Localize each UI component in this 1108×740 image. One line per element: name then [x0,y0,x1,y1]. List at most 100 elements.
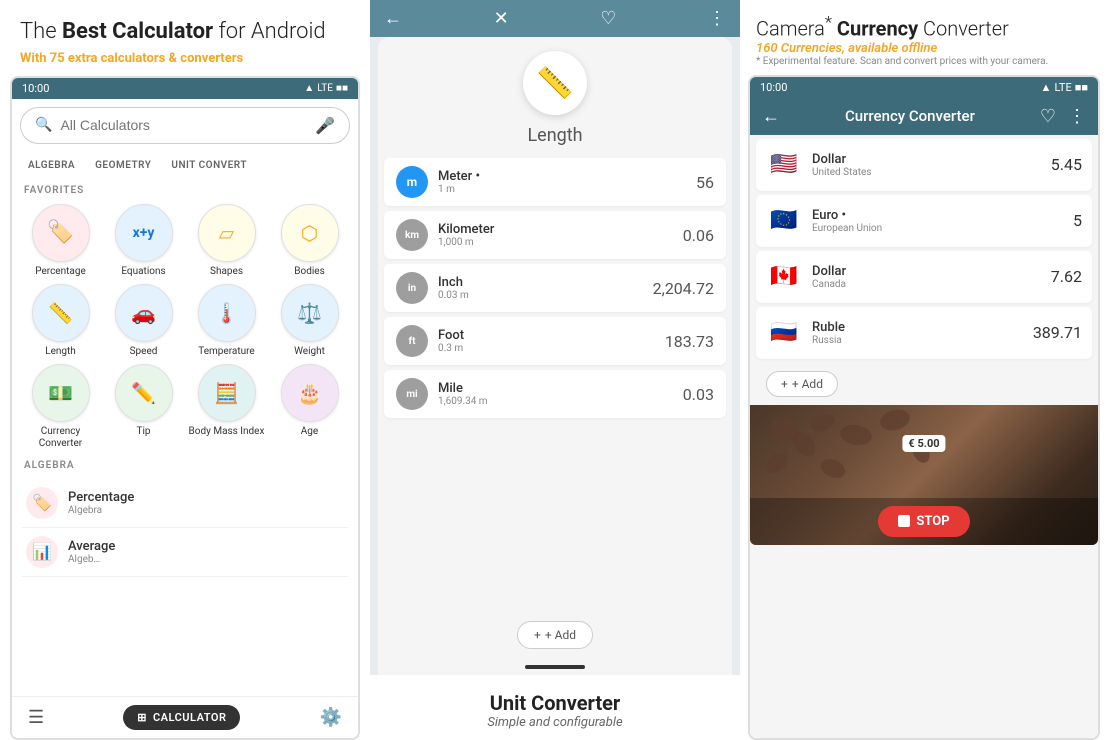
currency-row-rub[interactable]: 🇷🇺 Ruble Russia 389.71 [756,307,1092,359]
currency-row-usd[interactable]: 🇺🇸 Dollar United States 5.45 [756,139,1092,191]
bean-2 [808,411,837,435]
phone-screen-3: 10:00 ▲ LTE ■■ ← Currency Converter ♡ ⋮ … [748,75,1100,740]
flag-cad: 🇨🇦 [766,259,802,295]
section-algebra: ALGEBRA [12,454,358,475]
phone-screen-1: 10:00 ▲ LTE ■■ 🔍 🎤 ALGEBRA GEOMETRY UNIT… [10,76,360,740]
plus-icon-3: + [781,377,788,391]
search-bar[interactable]: 🔍 🎤 [20,107,350,144]
unit-info-inch: Inch 0.03 m [438,275,645,301]
icon-speed[interactable]: 🚗 Speed [105,284,182,358]
title-bold: Best Calculator [62,19,213,44]
panel3-header: Camera* Currency Converter 160 Currencie… [740,0,1108,75]
tip-icon: ✏️ [115,364,173,422]
subtitle-post: extra calculators & converters [65,51,244,66]
temperature-icon: 🌡️ [198,284,256,342]
title-bold-3: Currency [832,17,918,41]
heart-icon[interactable]: ♡ [600,8,616,29]
tab-algebra[interactable]: ALGEBRA [20,156,83,175]
foot-badge: ft [396,325,428,357]
icon-percentage[interactable]: 🏷️ Percentage [22,204,99,278]
mic-icon: 🎤 [315,116,335,135]
icon-label-equations: Equations [121,266,165,278]
settings-icon[interactable]: ⚙️ [320,707,342,728]
icon-label-speed: Speed [130,346,158,358]
currency-name-cad: Dollar [812,264,1051,279]
wifi-icon-3: ▲ [1041,81,1052,94]
add-unit-button[interactable]: + + Add [517,621,593,649]
camera-overlay: STOP [750,498,1098,545]
hamburger-icon[interactable]: ☰ [28,707,44,728]
currency-country-cad: Canada [812,279,1051,290]
unit-info-meter: Meter • 1 m [438,169,688,195]
unit-info-km: Kilometer 1,000 m [438,222,675,248]
panel3-title: Camera* Currency Converter [756,14,1092,41]
icon-tip[interactable]: ✏️ Tip [105,364,182,450]
list-item-average[interactable]: 📊 Average Algeb… [22,528,348,577]
icon-currency[interactable]: 💵 Currency Converter [22,364,99,450]
title-post-3: Converter [918,17,1009,41]
footer-title: Unit Converter [390,691,720,715]
unit-val-km: 0.06 [683,226,714,245]
title-pre-3: Camera [756,17,825,41]
icon-label-weight: Weight [294,346,325,358]
icon-label-currency: Currency Converter [22,426,99,450]
unit-name-km: Kilometer [438,222,675,237]
unit-info-foot: Foot 0.3 m [438,328,657,354]
section-favorites: FAVORITES [12,179,358,200]
more-icon-3[interactable]: ⋮ [1068,106,1086,127]
icon-age[interactable]: 🎂 Age [271,364,348,450]
weight-icon: ⚖️ [281,284,339,342]
unit-val-mile: 0.03 [683,385,714,404]
icon-bmi[interactable]: 🧮 Body Mass Index [188,364,265,450]
unit-val-inch: 2,204.72 [653,279,714,298]
back-icon-3[interactable]: ← [762,106,780,127]
add-currency-button[interactable]: + + Add [766,371,838,397]
icon-shapes[interactable]: ▱ Shapes [188,204,265,278]
icon-equations[interactable]: x+y Equations [105,204,182,278]
price-tag: € 5.00 [902,435,945,452]
currency-row-eur[interactable]: 🇪🇺 Euro • European Union 5 [756,195,1092,247]
currency-info-rub: Ruble Russia [812,320,1033,346]
icon-temperature[interactable]: 🌡️ Temperature [188,284,265,358]
unit-sub-mile: 1,609.34 m [438,396,675,407]
panel3-subtitle: 160 Currencies, available offline [756,41,1092,56]
back-arrow-icon[interactable]: ← [384,8,402,29]
currency-icon: 💵 [32,364,90,422]
unit-name-meter: Meter • [438,169,688,184]
bean-7 [878,406,912,433]
search-input[interactable] [60,117,307,133]
icon-label-bmi: Body Mass Index [189,426,265,438]
currency-country-usd: United States [812,167,1051,178]
icon-weight[interactable]: ⚖️ Weight [271,284,348,358]
more-icon[interactable]: ⋮ [708,8,726,29]
close-icon[interactable]: ✕ [494,8,509,29]
flag-eur: 🇪🇺 [766,203,802,239]
tab-geometry[interactable]: GEOMETRY [87,156,159,175]
currency-name-usd: Dollar [812,152,1051,167]
unit-row-foot[interactable]: ft Foot 0.3 m 183.73 [384,317,726,365]
category-tabs: ALGEBRA GEOMETRY UNIT CONVERT [12,152,358,179]
heart-icon-3[interactable]: ♡ [1040,106,1056,127]
tab-unit-convert[interactable]: UNIT CONVERT [163,156,255,175]
tool-title: Length [378,125,732,146]
list-item-percentage[interactable]: 🏷️ Percentage Algebra [22,479,348,528]
currency-row-cad[interactable]: 🇨🇦 Dollar Canada 7.62 [756,251,1092,303]
calculator-button[interactable]: ⊞ CALCULATOR [123,705,240,730]
status-bar-3: 10:00 ▲ LTE ■■ [750,77,1098,98]
unit-row-meter[interactable]: m Meter • 1 m 56 [384,158,726,206]
unit-row-inch[interactable]: in Inch 0.03 m 2,204.72 [384,264,726,312]
equations-icon: x+y [115,204,173,262]
unit-row-mile[interactable]: mi Mile 1,609.34 m 0.03 [384,370,726,418]
plus-icon: + [534,628,541,642]
add-btn-container: + + Add [378,611,732,659]
title-pre: The [20,19,62,44]
subtitle-pre: With [20,51,50,66]
speed-icon: 🚗 [115,284,173,342]
bean-6 [818,455,849,481]
unit-row-km[interactable]: km Kilometer 1,000 m 0.06 [384,211,726,259]
stop-button[interactable]: STOP [878,506,969,537]
icon-bodies[interactable]: ⬡ Bodies [271,204,348,278]
panel1-title: The Best Calculator for Android [20,18,350,47]
age-icon: 🎂 [281,364,339,422]
icon-length[interactable]: 📏 Length [22,284,99,358]
